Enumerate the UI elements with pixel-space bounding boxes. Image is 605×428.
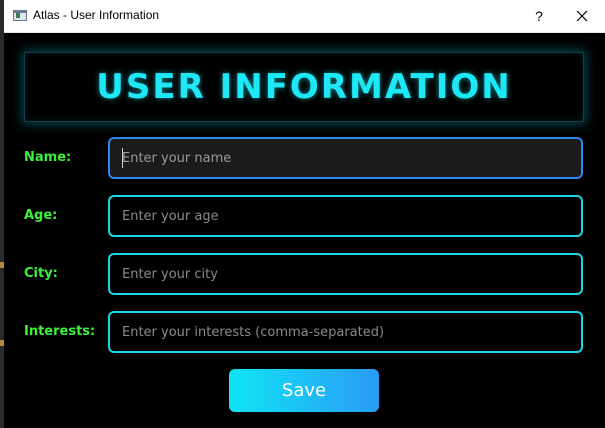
help-button[interactable]: ? [524, 0, 554, 32]
close-icon [576, 10, 588, 22]
user-information-window: Atlas - User Information ? USER INFORMAT… [4, 0, 605, 428]
save-button[interactable]: Save [229, 369, 379, 412]
name-input[interactable] [108, 137, 583, 179]
text-caret [122, 148, 123, 168]
window-title: Atlas - User Information [33, 8, 160, 22]
name-label: Name: [24, 150, 72, 165]
age-input[interactable] [108, 195, 583, 237]
city-label: City: [24, 266, 58, 281]
age-label: Age: [24, 208, 58, 223]
help-icon: ? [535, 8, 543, 24]
app-window-icon [13, 10, 27, 21]
city-input[interactable] [108, 253, 583, 295]
title-bar[interactable]: Atlas - User Information ? [4, 0, 605, 33]
interests-input[interactable] [108, 311, 583, 353]
close-button[interactable] [562, 0, 602, 32]
page-title: USER INFORMATION [96, 67, 512, 107]
interests-label: Interests: [24, 324, 96, 339]
header-banner: USER INFORMATION [24, 52, 584, 122]
